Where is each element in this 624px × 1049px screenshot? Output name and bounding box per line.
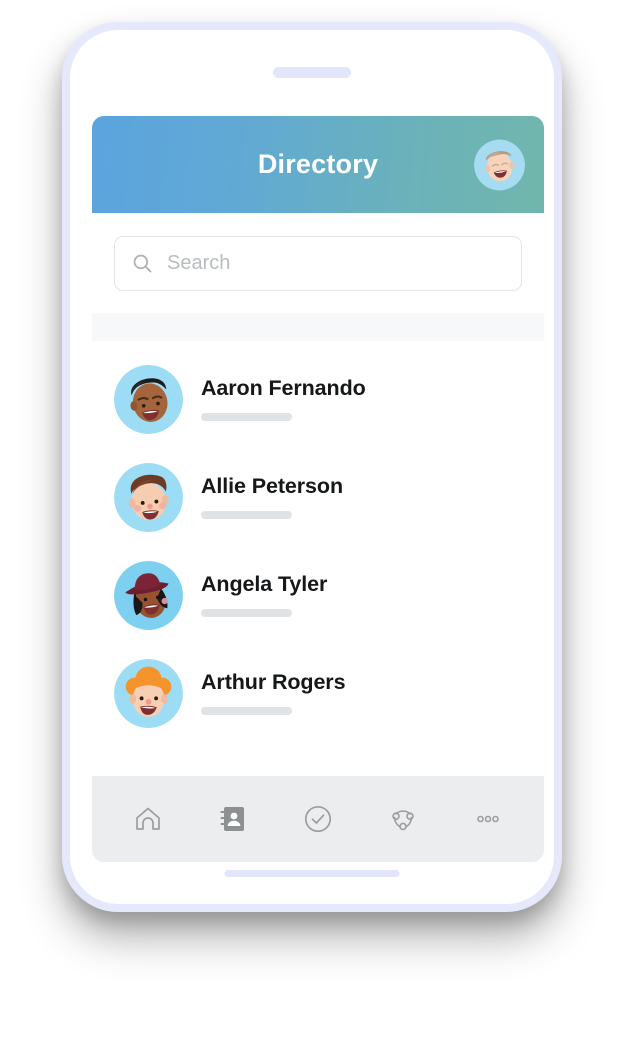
- avatar: [114, 560, 183, 630]
- contact-list: Aaron Fernando Allie Peterson Angela Tyl…: [92, 341, 544, 776]
- contact-name: Angela Tyler: [201, 571, 328, 596]
- list-item[interactable]: Arthur Rogers: [92, 644, 544, 742]
- list-item[interactable]: Allie Peterson: [92, 448, 544, 546]
- more-dots-icon: [476, 815, 499, 823]
- network-share-icon: [391, 810, 414, 831]
- contact-avatar-illustration: [114, 364, 183, 434]
- search-icon: [133, 254, 152, 273]
- check-circle-icon: [304, 805, 332, 833]
- speaker-grille: [273, 67, 351, 78]
- list-item[interactable]: Aaron Fernando: [92, 350, 544, 448]
- search-field[interactable]: [114, 236, 522, 291]
- search-section: [92, 213, 544, 313]
- page-title: Directory: [257, 149, 379, 179]
- contact-detail-placeholder: [201, 609, 292, 618]
- nav-item-contacts[interactable]: [207, 793, 259, 845]
- contact-text: Angela Tyler: [201, 571, 522, 618]
- contact-text: Aaron Fernando: [201, 375, 522, 422]
- contact-text: Allie Peterson: [201, 473, 522, 520]
- nav-item-home[interactable]: [122, 793, 174, 845]
- avatar: [114, 462, 183, 532]
- search-input[interactable]: [167, 252, 505, 275]
- contact-avatar-illustration: [114, 560, 183, 630]
- home-icon: [136, 807, 161, 830]
- app-header: Directory: [92, 116, 544, 213]
- nav-item-more[interactable]: [462, 793, 514, 845]
- home-indicator: [224, 870, 400, 877]
- avatar: [114, 658, 183, 728]
- contact-text: Arthur Rogers: [201, 669, 522, 716]
- contact-avatar-illustration: [114, 462, 183, 532]
- section-divider: [92, 313, 544, 341]
- contact-name: Allie Peterson: [201, 473, 343, 498]
- app-screen: Directory Search Aaron Fernando Allie Pe…: [92, 116, 544, 862]
- list-item[interactable]: Angela Tyler: [92, 546, 544, 644]
- contact-name: Aaron Fernando: [201, 375, 366, 400]
- nav-item-network[interactable]: [377, 793, 429, 845]
- contact-avatar-illustration: [114, 658, 183, 728]
- header-avatar-illustration: [474, 139, 525, 190]
- contact-detail-placeholder: [201, 707, 292, 716]
- avatar: [114, 364, 183, 434]
- nav-item-tasks[interactable]: [292, 793, 344, 845]
- contact-name: Arthur Rogers: [201, 669, 346, 694]
- contacts-book-icon: [220, 807, 245, 831]
- header-profile-avatar[interactable]: [474, 139, 525, 190]
- bottom-navigation-bar: [92, 776, 544, 862]
- phone-device-frame: Directory Search Aaron Fernando Allie Pe…: [62, 22, 562, 912]
- contact-detail-placeholder: [201, 413, 292, 422]
- contact-detail-placeholder: [201, 511, 292, 520]
